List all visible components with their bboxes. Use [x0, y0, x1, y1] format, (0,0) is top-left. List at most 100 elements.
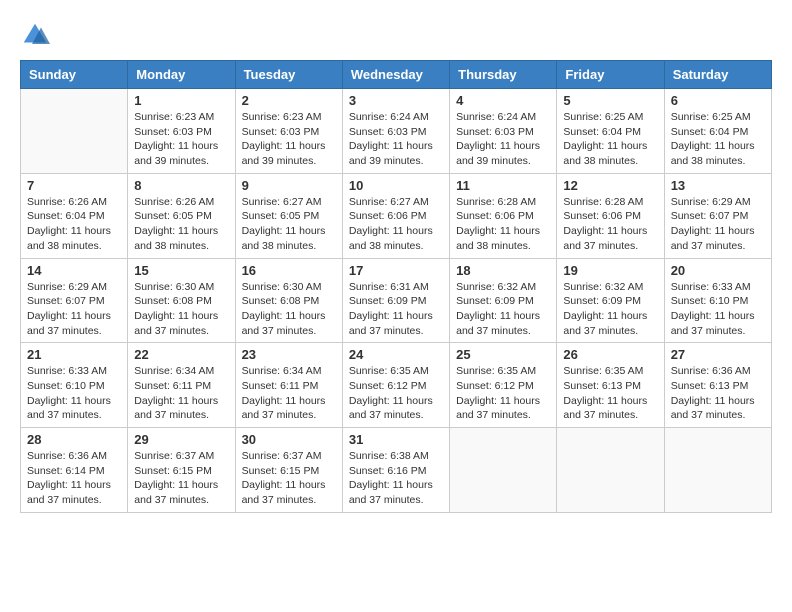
- calendar-day-cell: 20 Sunrise: 6:33 AM Sunset: 6:10 PM Dayli…: [664, 258, 771, 343]
- day-number: 26: [563, 347, 657, 362]
- day-number: 1: [134, 93, 228, 108]
- calendar-header-row: SundayMondayTuesdayWednesdayThursdayFrid…: [21, 61, 772, 89]
- calendar-day-cell: 6 Sunrise: 6:25 AM Sunset: 6:04 PM Daylig…: [664, 89, 771, 174]
- day-number: 23: [242, 347, 336, 362]
- calendar-day-cell: 24 Sunrise: 6:35 AM Sunset: 6:12 PM Dayli…: [342, 343, 449, 428]
- calendar-day-cell: 1 Sunrise: 6:23 AM Sunset: 6:03 PM Daylig…: [128, 89, 235, 174]
- day-number: 16: [242, 263, 336, 278]
- day-number: 2: [242, 93, 336, 108]
- day-info: Sunrise: 6:25 AM Sunset: 6:04 PM Dayligh…: [563, 110, 657, 169]
- day-number: 15: [134, 263, 228, 278]
- calendar-day-cell: 5Sunrise: 6:25 AM Sunset: 6:04 PM Daylig…: [557, 89, 664, 174]
- day-info: Sunrise: 6:26 AM Sunset: 6:05 PM Dayligh…: [134, 195, 228, 254]
- day-number: 10: [349, 178, 443, 193]
- day-info: Sunrise: 6:25 AM Sunset: 6:04 PM Dayligh…: [671, 110, 765, 169]
- calendar-day-cell: 7 Sunrise: 6:26 AM Sunset: 6:04 PM Daylig…: [21, 173, 128, 258]
- day-info: Sunrise: 6:32 AM Sunset: 6:09 PM Dayligh…: [456, 280, 550, 339]
- calendar-day-header: Wednesday: [342, 61, 449, 89]
- calendar-week-row: 14 Sunrise: 6:29 AM Sunset: 6:07 PM Dayli…: [21, 258, 772, 343]
- day-number: 28: [27, 432, 121, 447]
- calendar-day-header: Thursday: [450, 61, 557, 89]
- calendar-day-cell: 30 Sunrise: 6:37 AM Sunset: 6:15 PM Dayli…: [235, 428, 342, 513]
- day-number: 24: [349, 347, 443, 362]
- day-number: 14: [27, 263, 121, 278]
- day-info: Sunrise: 6:31 AM Sunset: 6:09 PM Dayligh…: [349, 280, 443, 339]
- calendar-day-cell: [21, 89, 128, 174]
- day-number: 27: [671, 347, 765, 362]
- calendar-day-cell: [450, 428, 557, 513]
- calendar-day-header: Monday: [128, 61, 235, 89]
- calendar-day-cell: 28 Sunrise: 6:36 AM Sunset: 6:14 PM Dayli…: [21, 428, 128, 513]
- day-number: 12: [563, 178, 657, 193]
- page-header: [20, 20, 772, 50]
- day-number: 4: [456, 93, 550, 108]
- day-number: 7: [27, 178, 121, 193]
- calendar-day-header: Tuesday: [235, 61, 342, 89]
- calendar-day-cell: 31Sunrise: 6:38 AM Sunset: 6:16 PM Dayli…: [342, 428, 449, 513]
- day-info: Sunrise: 6:23 AM Sunset: 6:03 PM Dayligh…: [134, 110, 228, 169]
- day-number: 11: [456, 178, 550, 193]
- logo-icon: [20, 20, 50, 50]
- day-info: Sunrise: 6:29 AM Sunset: 6:07 PM Dayligh…: [671, 195, 765, 254]
- calendar-day-cell: 27Sunrise: 6:36 AM Sunset: 6:13 PM Dayli…: [664, 343, 771, 428]
- day-number: 9: [242, 178, 336, 193]
- calendar-day-cell: 23 Sunrise: 6:34 AM Sunset: 6:11 PM Dayli…: [235, 343, 342, 428]
- day-info: Sunrise: 6:28 AM Sunset: 6:06 PM Dayligh…: [456, 195, 550, 254]
- calendar-day-cell: 14 Sunrise: 6:29 AM Sunset: 6:07 PM Dayli…: [21, 258, 128, 343]
- day-info: Sunrise: 6:24 AM Sunset: 6:03 PM Dayligh…: [456, 110, 550, 169]
- day-number: 19: [563, 263, 657, 278]
- day-number: 29: [134, 432, 228, 447]
- day-info: Sunrise: 6:36 AM Sunset: 6:14 PM Dayligh…: [27, 449, 121, 508]
- day-info: Sunrise: 6:33 AM Sunset: 6:10 PM Dayligh…: [671, 280, 765, 339]
- day-number: 22: [134, 347, 228, 362]
- calendar-day-cell: 16 Sunrise: 6:30 AM Sunset: 6:08 PM Dayli…: [235, 258, 342, 343]
- calendar-day-cell: 9 Sunrise: 6:27 AM Sunset: 6:05 PM Daylig…: [235, 173, 342, 258]
- calendar-week-row: 21 Sunrise: 6:33 AM Sunset: 6:10 PM Dayli…: [21, 343, 772, 428]
- calendar-day-header: Friday: [557, 61, 664, 89]
- day-info: Sunrise: 6:30 AM Sunset: 6:08 PM Dayligh…: [134, 280, 228, 339]
- calendar-day-cell: 15 Sunrise: 6:30 AM Sunset: 6:08 PM Dayli…: [128, 258, 235, 343]
- day-number: 31: [349, 432, 443, 447]
- calendar-table: SundayMondayTuesdayWednesdayThursdayFrid…: [20, 60, 772, 513]
- day-number: 18: [456, 263, 550, 278]
- calendar-day-cell: 11 Sunrise: 6:28 AM Sunset: 6:06 PM Dayli…: [450, 173, 557, 258]
- day-number: 30: [242, 432, 336, 447]
- day-info: Sunrise: 6:23 AM Sunset: 6:03 PM Dayligh…: [242, 110, 336, 169]
- day-info: Sunrise: 6:27 AM Sunset: 6:05 PM Dayligh…: [242, 195, 336, 254]
- calendar-day-cell: 22 Sunrise: 6:34 AM Sunset: 6:11 PM Dayli…: [128, 343, 235, 428]
- calendar-day-cell: 25 Sunrise: 6:35 AM Sunset: 6:12 PM Dayli…: [450, 343, 557, 428]
- day-info: Sunrise: 6:33 AM Sunset: 6:10 PM Dayligh…: [27, 364, 121, 423]
- day-info: Sunrise: 6:35 AM Sunset: 6:12 PM Dayligh…: [349, 364, 443, 423]
- calendar-day-cell: 19 Sunrise: 6:32 AM Sunset: 6:09 PM Dayli…: [557, 258, 664, 343]
- day-info: Sunrise: 6:28 AM Sunset: 6:06 PM Dayligh…: [563, 195, 657, 254]
- day-number: 21: [27, 347, 121, 362]
- day-info: Sunrise: 6:27 AM Sunset: 6:06 PM Dayligh…: [349, 195, 443, 254]
- calendar-day-cell: 29 Sunrise: 6:37 AM Sunset: 6:15 PM Dayli…: [128, 428, 235, 513]
- day-info: Sunrise: 6:37 AM Sunset: 6:15 PM Dayligh…: [242, 449, 336, 508]
- day-info: Sunrise: 6:34 AM Sunset: 6:11 PM Dayligh…: [242, 364, 336, 423]
- day-number: 3: [349, 93, 443, 108]
- day-info: Sunrise: 6:30 AM Sunset: 6:08 PM Dayligh…: [242, 280, 336, 339]
- calendar-day-cell: 8 Sunrise: 6:26 AM Sunset: 6:05 PM Daylig…: [128, 173, 235, 258]
- day-info: Sunrise: 6:37 AM Sunset: 6:15 PM Dayligh…: [134, 449, 228, 508]
- calendar-day-cell: 4 Sunrise: 6:24 AM Sunset: 6:03 PM Daylig…: [450, 89, 557, 174]
- day-number: 8: [134, 178, 228, 193]
- calendar-week-row: 28 Sunrise: 6:36 AM Sunset: 6:14 PM Dayli…: [21, 428, 772, 513]
- calendar-day-cell: [557, 428, 664, 513]
- day-number: 25: [456, 347, 550, 362]
- day-info: Sunrise: 6:35 AM Sunset: 6:13 PM Dayligh…: [563, 364, 657, 423]
- calendar-day-cell: 18 Sunrise: 6:32 AM Sunset: 6:09 PM Dayli…: [450, 258, 557, 343]
- day-number: 17: [349, 263, 443, 278]
- day-info: Sunrise: 6:29 AM Sunset: 6:07 PM Dayligh…: [27, 280, 121, 339]
- calendar-day-cell: [664, 428, 771, 513]
- day-number: 6: [671, 93, 765, 108]
- day-info: Sunrise: 6:35 AM Sunset: 6:12 PM Dayligh…: [456, 364, 550, 423]
- day-info: Sunrise: 6:34 AM Sunset: 6:11 PM Dayligh…: [134, 364, 228, 423]
- calendar-day-cell: 26 Sunrise: 6:35 AM Sunset: 6:13 PM Dayli…: [557, 343, 664, 428]
- calendar-day-cell: 17 Sunrise: 6:31 AM Sunset: 6:09 PM Dayli…: [342, 258, 449, 343]
- calendar-day-cell: 12 Sunrise: 6:28 AM Sunset: 6:06 PM Dayli…: [557, 173, 664, 258]
- calendar-day-cell: 3Sunrise: 6:24 AM Sunset: 6:03 PM Daylig…: [342, 89, 449, 174]
- day-number: 20: [671, 263, 765, 278]
- day-info: Sunrise: 6:32 AM Sunset: 6:09 PM Dayligh…: [563, 280, 657, 339]
- day-info: Sunrise: 6:26 AM Sunset: 6:04 PM Dayligh…: [27, 195, 121, 254]
